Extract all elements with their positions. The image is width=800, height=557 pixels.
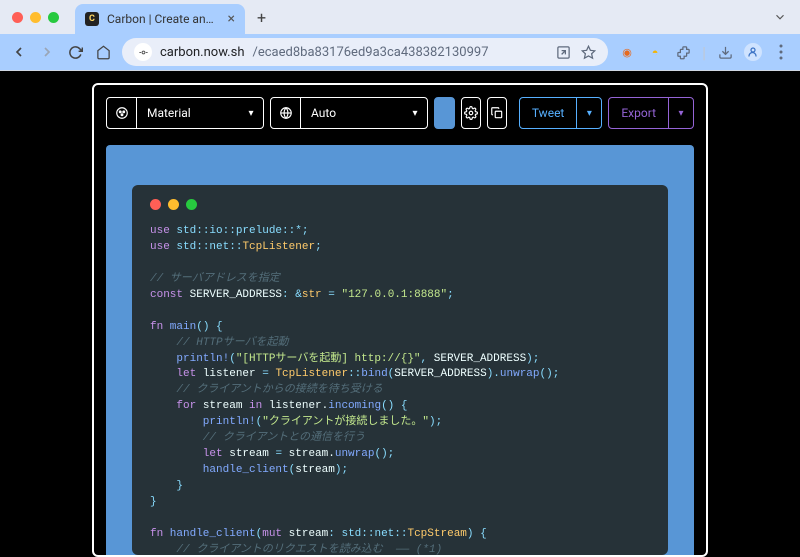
ext-puzzle-icon[interactable] bbox=[674, 43, 692, 61]
tab-title: Carbon | Create and share be bbox=[107, 12, 220, 26]
window-dots bbox=[150, 199, 650, 210]
tweet-label: Tweet bbox=[520, 98, 578, 128]
chevron-down-icon[interactable]: ▾ bbox=[669, 98, 693, 128]
code-window[interactable]: use std::io::prelude::*; use std::net::T… bbox=[132, 185, 668, 555]
address-bar: carbon.now.sh/ecaed8ba83176ed9a3ca438382… bbox=[0, 34, 800, 70]
tab-bar: C Carbon | Create and share be × + bbox=[0, 0, 800, 34]
window-minimize-icon[interactable] bbox=[30, 12, 41, 23]
browser-tab[interactable]: C Carbon | Create and share be × bbox=[75, 4, 245, 34]
background-color-button[interactable] bbox=[434, 97, 455, 129]
copy-button[interactable] bbox=[487, 97, 507, 129]
dot-red-icon bbox=[150, 199, 161, 210]
new-tab-button[interactable]: + bbox=[251, 8, 272, 27]
theme-label: Material bbox=[137, 98, 239, 128]
bookmark-icon[interactable] bbox=[581, 45, 596, 60]
code-editor[interactable]: use std::io::prelude::*; use std::net::T… bbox=[150, 224, 650, 555]
canvas: use std::io::prelude::*; use std::net::T… bbox=[106, 145, 694, 555]
download-icon[interactable] bbox=[716, 43, 734, 61]
menu-icon[interactable] bbox=[772, 43, 790, 61]
home-button[interactable] bbox=[94, 43, 112, 61]
chevron-down-icon: ▾ bbox=[239, 98, 263, 128]
window-traffic-lights bbox=[12, 12, 59, 23]
dot-green-icon bbox=[186, 199, 197, 210]
separator: | bbox=[702, 43, 706, 62]
chevron-down-icon[interactable]: ▾ bbox=[577, 98, 601, 128]
export-button[interactable]: Export ▾ bbox=[608, 97, 694, 129]
language-label: Auto bbox=[301, 98, 403, 128]
forward-button[interactable] bbox=[38, 43, 56, 61]
extension-icons: ◉ ◓ | bbox=[618, 43, 790, 62]
settings-button[interactable] bbox=[461, 97, 481, 129]
site-info-icon[interactable] bbox=[134, 43, 152, 61]
share-icon[interactable] bbox=[556, 45, 571, 60]
language-select[interactable]: Auto ▾ bbox=[270, 97, 428, 129]
theme-icon bbox=[107, 98, 137, 128]
toolbar: Material ▾ Auto ▾ Tweet ▾ Export ▾ bbox=[106, 97, 694, 129]
reload-button[interactable] bbox=[66, 43, 84, 61]
ext-1password-icon[interactable]: ◓ bbox=[646, 43, 664, 61]
browser-chrome: C Carbon | Create and share be × + carbo… bbox=[0, 0, 800, 71]
ext-ublock-icon[interactable]: ◉ bbox=[618, 43, 636, 61]
tweet-button[interactable]: Tweet ▾ bbox=[519, 97, 603, 129]
export-label: Export bbox=[609, 98, 669, 128]
window-close-icon[interactable] bbox=[12, 12, 23, 23]
url-path: /ecaed8ba83176ed9a3ca438382130997 bbox=[252, 45, 488, 60]
dot-yellow-icon bbox=[168, 199, 179, 210]
url-input[interactable]: carbon.now.sh/ecaed8ba83176ed9a3ca438382… bbox=[122, 38, 608, 66]
theme-select[interactable]: Material ▾ bbox=[106, 97, 264, 129]
language-icon bbox=[271, 98, 301, 128]
profile-icon[interactable] bbox=[744, 43, 762, 61]
viewport: Material ▾ Auto ▾ Tweet ▾ Export ▾ bbox=[0, 71, 800, 557]
chevron-down-icon: ▾ bbox=[403, 98, 427, 128]
favicon-icon: C bbox=[85, 12, 99, 26]
tab-close-icon[interactable]: × bbox=[228, 11, 235, 27]
url-domain: carbon.now.sh bbox=[160, 45, 244, 60]
app-frame: Material ▾ Auto ▾ Tweet ▾ Export ▾ bbox=[92, 83, 708, 557]
tab-overflow-icon[interactable] bbox=[768, 5, 792, 29]
window-maximize-icon[interactable] bbox=[48, 12, 59, 23]
back-button[interactable] bbox=[10, 43, 28, 61]
